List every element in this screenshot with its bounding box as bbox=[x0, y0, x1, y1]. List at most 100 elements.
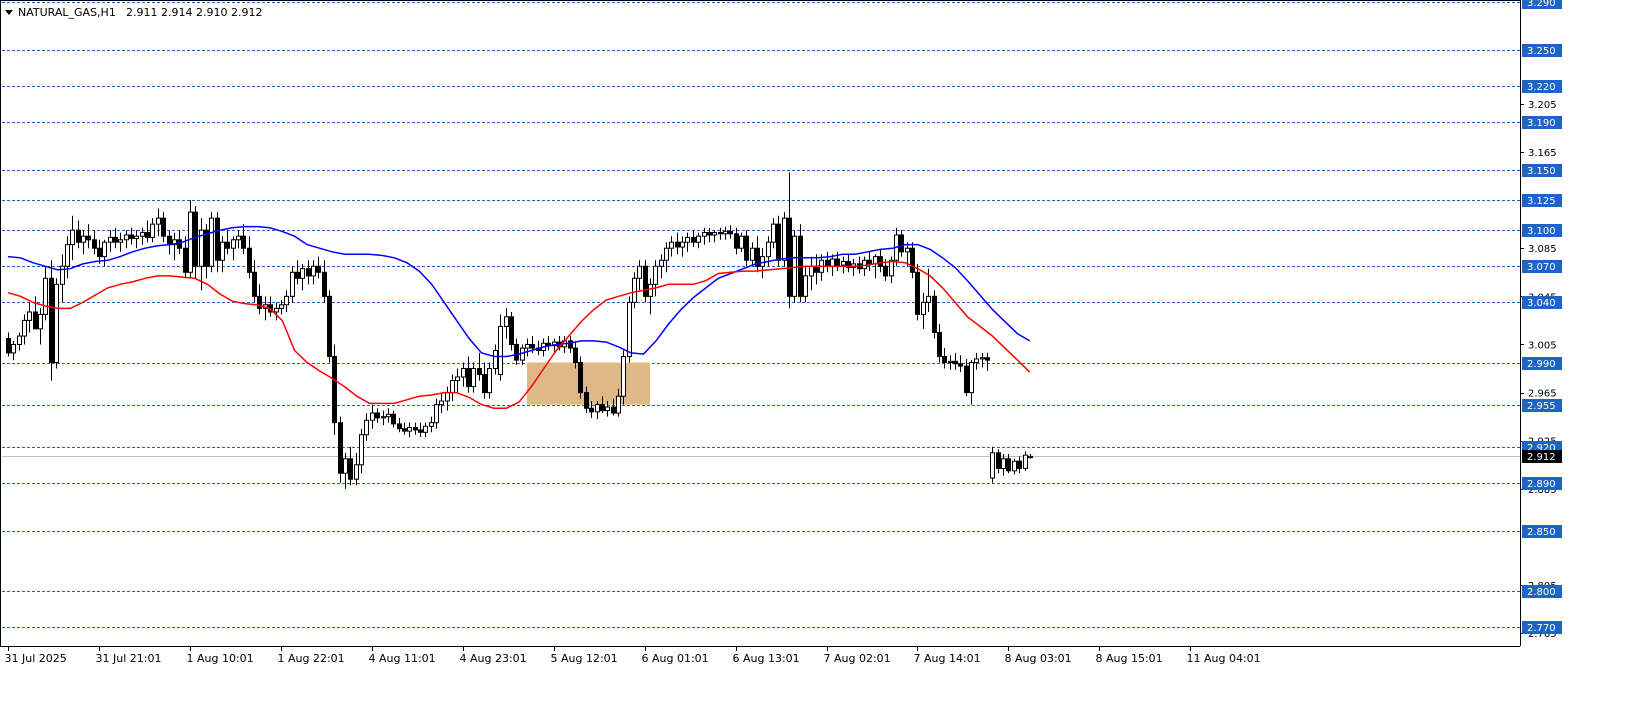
candle-body-bull bbox=[621, 356, 626, 397]
candle-body-bear bbox=[33, 311, 38, 330]
candle-body-bear bbox=[322, 271, 327, 297]
candle-body-bull bbox=[118, 239, 123, 243]
candle[interactable] bbox=[643, 260, 648, 303]
candle-body-bull bbox=[450, 380, 455, 394]
candle-body-bull bbox=[750, 247, 755, 261]
candle-body-bear bbox=[964, 365, 969, 394]
candle-body-bear bbox=[509, 316, 514, 345]
candle-body-bull bbox=[236, 235, 241, 241]
candle-body-bear bbox=[215, 217, 220, 261]
time-axis-label: 8 Aug 15:01 bbox=[1096, 652, 1163, 665]
candle-body-bull bbox=[605, 406, 610, 412]
candle[interactable] bbox=[327, 290, 332, 363]
candle-body-bull bbox=[359, 434, 364, 466]
candle-body-bull bbox=[653, 265, 658, 285]
candle-body-bull bbox=[209, 217, 214, 267]
candle-body-bear bbox=[915, 271, 920, 315]
candle-body-bear bbox=[578, 362, 583, 394]
candle-body-bull bbox=[134, 235, 139, 240]
candle-body-bear bbox=[477, 368, 482, 376]
candle-body-bull bbox=[595, 404, 600, 413]
candle[interactable] bbox=[932, 290, 937, 339]
candle[interactable] bbox=[49, 260, 54, 381]
candle-body-bear bbox=[691, 236, 696, 243]
candle-body-bull bbox=[493, 349, 498, 370]
level-price-label: 3.125 bbox=[1527, 196, 1556, 207]
candle-body-bull bbox=[274, 307, 279, 313]
candle-body-bear bbox=[814, 265, 819, 273]
candle-body-bear bbox=[397, 423, 402, 430]
candle-body-bull bbox=[231, 239, 236, 249]
candle-body-bull bbox=[926, 295, 931, 303]
candle-body-bear bbox=[958, 363, 963, 367]
time-axis-label: 1 Aug 22:01 bbox=[278, 652, 345, 665]
candle[interactable] bbox=[915, 263, 920, 321]
candle[interactable] bbox=[509, 311, 514, 351]
candle-body-bull bbox=[343, 458, 348, 474]
candle-body-bear bbox=[1006, 458, 1011, 472]
candle-body-bull bbox=[102, 241, 107, 258]
candle-body-bear bbox=[167, 235, 172, 246]
candle-body-bull bbox=[803, 275, 808, 297]
level-price-label: 2.990 bbox=[1527, 359, 1556, 370]
candle-body-bear bbox=[161, 217, 166, 237]
candle-body-bull bbox=[188, 211, 193, 273]
candle-body-bear bbox=[643, 265, 648, 297]
level-price-label: 3.100 bbox=[1527, 226, 1556, 237]
candle-body-bull bbox=[980, 357, 985, 360]
candle-body-bear bbox=[835, 258, 840, 266]
candle-body-bear bbox=[584, 392, 589, 409]
candle-body-bull bbox=[723, 230, 728, 235]
price-scale-label: 3.165 bbox=[1528, 148, 1557, 159]
candle[interactable] bbox=[792, 230, 797, 303]
candle-body-bull bbox=[862, 259, 867, 270]
level-price-label: 3.190 bbox=[1527, 118, 1556, 129]
candle-body-bear bbox=[332, 356, 337, 424]
candle-body-bull bbox=[680, 241, 685, 248]
candle[interactable] bbox=[338, 416, 343, 483]
candle-body-bear bbox=[225, 241, 230, 249]
candle-body-bear bbox=[589, 407, 594, 413]
level-price-label: 2.955 bbox=[1527, 401, 1556, 412]
candle-body-bull bbox=[792, 235, 797, 297]
candle[interactable] bbox=[332, 344, 337, 435]
chart-window[interactable]: 3.2053.1653.0853.0453.0052.9652.9252.885… bbox=[0, 0, 1651, 705]
candle-body-bear bbox=[675, 241, 680, 248]
candle-body-bull bbox=[627, 301, 632, 358]
candle-body-bear bbox=[932, 295, 937, 333]
time-axis-label: 5 Aug 12:01 bbox=[551, 652, 618, 665]
candle[interactable] bbox=[54, 278, 59, 369]
candle[interactable] bbox=[578, 356, 583, 399]
candle-body-bull bbox=[1001, 458, 1006, 469]
candle-body-bull bbox=[11, 343, 16, 354]
level-price-label: 2.850 bbox=[1527, 527, 1556, 538]
candle[interactable] bbox=[209, 212, 214, 273]
candle-body-bear bbox=[910, 247, 915, 273]
candle-body-bull bbox=[156, 217, 161, 225]
level-price-label: 3.070 bbox=[1527, 262, 1556, 273]
candle-body-bear bbox=[611, 406, 616, 414]
candle[interactable] bbox=[621, 350, 626, 405]
candle-body-bull bbox=[300, 268, 305, 279]
candle-body-bear bbox=[402, 428, 407, 432]
candle-body-bull bbox=[471, 368, 476, 388]
candle-body-bear bbox=[899, 234, 904, 253]
candle-body-bear bbox=[883, 265, 888, 277]
candle-body-bull bbox=[685, 236, 690, 243]
candle-body-bull bbox=[381, 416, 386, 419]
level-price-label: 2.800 bbox=[1527, 587, 1556, 598]
level-price-label: 2.890 bbox=[1527, 479, 1556, 490]
candle-body-bull bbox=[1023, 454, 1028, 469]
candle-body-bull bbox=[830, 258, 835, 267]
candle-body-bull bbox=[739, 235, 744, 249]
level-price-label: 3.250 bbox=[1527, 46, 1556, 57]
time-axis-label: 8 Aug 03:01 bbox=[1005, 652, 1072, 665]
candle-body-bull bbox=[782, 217, 787, 261]
candle-body-bull bbox=[921, 301, 926, 315]
candle-body-bull bbox=[948, 360, 953, 364]
candle[interactable] bbox=[798, 224, 803, 303]
price-chart[interactable]: 3.2053.1653.0853.0453.0052.9652.9252.885… bbox=[0, 0, 1651, 705]
candle-body-bear bbox=[375, 412, 380, 419]
time-axis-label: 31 Jul 21:01 bbox=[96, 652, 162, 665]
level-price-label: 3.220 bbox=[1527, 82, 1556, 93]
